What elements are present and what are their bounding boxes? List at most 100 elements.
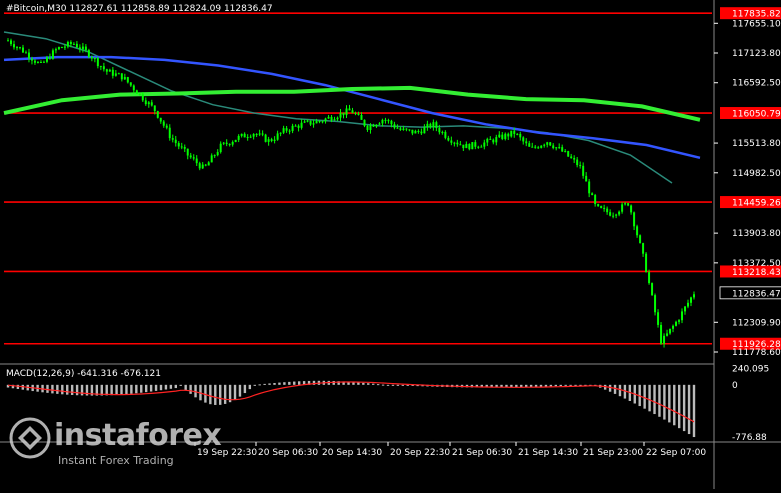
candle-body xyxy=(426,123,429,128)
candle-body xyxy=(63,46,66,48)
macd-histogram-bar xyxy=(618,384,622,397)
candle-body xyxy=(150,102,153,106)
candle-body xyxy=(255,134,258,136)
candle-body xyxy=(222,142,225,144)
price-tick-label: 117123.80 xyxy=(732,49,781,59)
candle-body xyxy=(108,69,111,72)
candle-body xyxy=(561,147,564,152)
candle-body xyxy=(432,122,435,128)
macd-histogram-bar xyxy=(159,384,163,391)
candle-body xyxy=(528,143,531,147)
candle-body xyxy=(570,156,573,159)
time-tick-label: 20 Sep 14:30 xyxy=(322,448,382,458)
candle-body xyxy=(96,58,99,67)
macd-histogram-bar xyxy=(559,384,562,387)
candle-body xyxy=(201,164,204,169)
macd-histogram-bar xyxy=(549,384,553,387)
candle-body xyxy=(261,133,264,135)
candle-body xyxy=(345,108,348,116)
time-tick-label: 21 Sep 06:30 xyxy=(452,448,512,458)
candle-body xyxy=(270,139,273,141)
candle-body xyxy=(672,325,675,329)
candle-body xyxy=(123,77,126,80)
candle-body xyxy=(195,158,198,164)
candle-body xyxy=(534,146,537,148)
candle-body xyxy=(606,208,609,213)
candle-body xyxy=(414,130,417,134)
candle-body xyxy=(30,58,33,61)
candle-body xyxy=(54,49,57,51)
candle-body xyxy=(105,69,108,72)
candle-body xyxy=(69,41,72,45)
time-tick-label: 20 Sep 22:30 xyxy=(390,448,450,458)
price-tick-label: 117655.10 xyxy=(732,19,781,29)
macd-histogram-bar xyxy=(673,384,676,426)
candle-body xyxy=(354,113,357,115)
candle-body xyxy=(333,119,336,121)
candle-body xyxy=(360,114,363,120)
candle-body xyxy=(177,143,180,147)
candle-body xyxy=(72,43,75,45)
candle-body xyxy=(339,112,342,118)
candle-body xyxy=(303,121,306,123)
candle-body xyxy=(300,122,303,128)
candle-body xyxy=(627,203,630,206)
candle-body xyxy=(579,165,582,167)
candle-body xyxy=(321,121,324,123)
candle-body xyxy=(558,147,561,149)
candle-body xyxy=(159,117,162,122)
candle-body xyxy=(456,142,459,145)
candle-body xyxy=(684,306,687,312)
candle-body xyxy=(60,47,63,49)
candle-body xyxy=(597,204,600,207)
candle-body xyxy=(504,133,507,139)
candle-body xyxy=(126,77,129,83)
candle-body xyxy=(393,124,396,128)
candle-body xyxy=(267,139,270,142)
candle-body xyxy=(18,47,21,49)
candle-body xyxy=(99,66,102,68)
candle-body xyxy=(594,195,597,205)
candle-body xyxy=(336,117,339,120)
candle-body xyxy=(225,142,228,144)
candle-body xyxy=(39,61,42,63)
macd-histogram-bar xyxy=(179,384,182,386)
candle-body xyxy=(210,155,213,163)
candle-body xyxy=(501,134,504,139)
candle-body xyxy=(516,133,519,135)
candle-body xyxy=(384,119,387,121)
candle-body xyxy=(306,120,309,122)
candle-body xyxy=(198,163,201,169)
candle-body xyxy=(450,140,453,143)
chart-header: #Bitcoin,M30 112827.61 112858.89 112824.… xyxy=(6,4,273,14)
logo-name: instaforex xyxy=(54,418,222,453)
header-ohlc: 112827.61 112858.89 112824.09 112836.47 xyxy=(69,4,273,14)
candle-body xyxy=(369,125,372,130)
candle-body xyxy=(423,127,426,134)
macd-histogram-bar xyxy=(223,384,227,404)
macd-histogram-bar xyxy=(293,381,296,385)
macd-histogram-bar xyxy=(164,384,168,390)
candle-body xyxy=(396,127,399,129)
price-tick-label: 115513.80 xyxy=(732,139,781,149)
macd-histogram-bar xyxy=(278,382,281,385)
candle-body xyxy=(669,328,672,334)
candle-body xyxy=(435,122,438,129)
macd-histogram-bar xyxy=(115,384,118,395)
current-price-label: 112836.47 xyxy=(732,289,781,299)
macd-histogram-bar xyxy=(135,384,138,394)
candle-body xyxy=(324,118,327,122)
candle-body xyxy=(492,139,495,143)
candle-body xyxy=(612,215,615,217)
candle-body xyxy=(174,139,177,144)
candle-body xyxy=(468,143,471,150)
candle-body xyxy=(12,44,15,48)
candle-body xyxy=(675,321,678,326)
candle-body xyxy=(234,139,237,142)
candle-body xyxy=(387,120,390,122)
candle-body xyxy=(573,158,576,160)
candle-body xyxy=(87,50,90,58)
macd-histogram-bar xyxy=(692,384,696,438)
instaforex-logo-icon xyxy=(9,417,51,459)
macd-histogram-bar xyxy=(125,384,128,395)
